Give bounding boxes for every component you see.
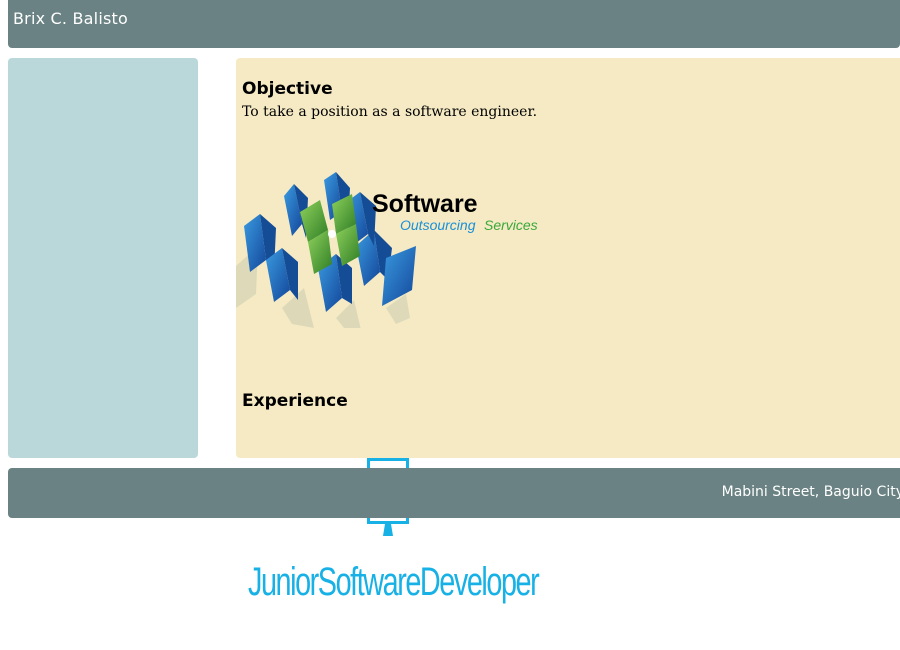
main-content: Objective To take a position as a softwa… [236,58,900,458]
logo-subtitle-services: Services [484,217,538,233]
experience-heading: Experience [242,391,348,411]
sidebar [8,58,198,458]
monitor-icon-base [367,518,409,524]
junior-developer-banner: JuniorSoftwareDeveloper [240,456,540,621]
page-header: Brix C. Balisto [8,0,900,48]
header-name: Brix C. Balisto [13,9,128,28]
objective-heading: Objective [242,79,333,99]
software-outsourcing-logo: Software Outsourcing Services [236,172,538,328]
monitor-stand-icon [383,524,393,536]
banner-text: JuniorSoftwareDeveloper [248,560,540,604]
footer-address: Mabini Street, Baguio City [721,484,900,500]
logo-title: Software [372,190,478,218]
objective-text: To take a position as a software enginee… [242,104,538,120]
monitor-icon [367,458,409,468]
logo-subtitle-outsourcing: Outsourcing [400,217,476,233]
